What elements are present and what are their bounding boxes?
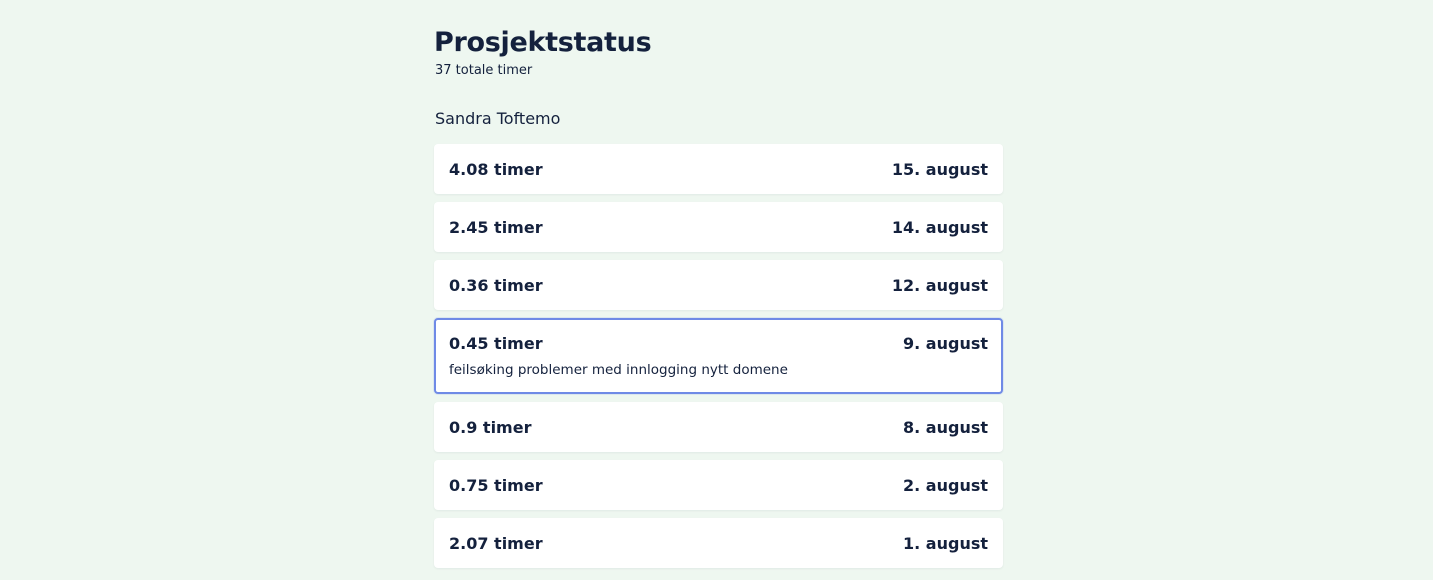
time-entry-row: 2.45 timer 14. august bbox=[449, 204, 988, 250]
total-hours-label: 37 totale timer bbox=[435, 63, 533, 78]
time-entry-card[interactable]: 0.9 timer 8. august bbox=[434, 402, 1003, 452]
entry-hours: 0.36 timer bbox=[449, 275, 543, 295]
entry-hours: 0.45 timer bbox=[449, 333, 543, 353]
time-entry-card[interactable]: 2.45 timer 14. august bbox=[434, 202, 1003, 252]
entry-date: 15. august bbox=[891, 159, 988, 179]
entry-description: feilsøking problemer med innlogging nytt… bbox=[449, 362, 788, 378]
time-entry-row: 0.45 timer 9. august bbox=[449, 320, 988, 366]
person-name: Sandra Toftemo bbox=[435, 109, 561, 128]
time-entry-list: 4.08 timer 15. august 2.45 timer 14. aug… bbox=[434, 144, 1004, 576]
entry-hours: 4.08 timer bbox=[449, 159, 543, 179]
entry-date: 2. august bbox=[903, 475, 988, 495]
entry-hours: 2.07 timer bbox=[449, 533, 543, 553]
time-entry-card-selected[interactable]: 0.45 timer 9. august feilsøking probleme… bbox=[434, 318, 1003, 394]
time-entry-card[interactable]: 0.75 timer 2. august bbox=[434, 460, 1003, 510]
time-entry-card[interactable]: 2.07 timer 1. august bbox=[434, 518, 1003, 568]
time-entry-row: 0.75 timer 2. august bbox=[449, 462, 988, 508]
entry-date: 8. august bbox=[903, 417, 988, 437]
entry-hours: 2.45 timer bbox=[449, 217, 543, 237]
time-entry-row: 0.9 timer 8. august bbox=[449, 404, 988, 450]
entry-date: 12. august bbox=[891, 275, 988, 295]
time-entry-row: 4.08 timer 15. august bbox=[449, 146, 988, 192]
entry-hours: 0.75 timer bbox=[449, 475, 543, 495]
entry-date: 14. august bbox=[891, 217, 988, 237]
entry-hours: 0.9 timer bbox=[449, 417, 532, 437]
time-entry-row: 0.36 timer 12. august bbox=[449, 262, 988, 308]
entry-date: 1. august bbox=[903, 533, 988, 553]
time-entry-card[interactable]: 0.36 timer 12. august bbox=[434, 260, 1003, 310]
entry-date: 9. august bbox=[903, 333, 988, 353]
time-entry-row: 2.07 timer 1. august bbox=[449, 520, 988, 566]
time-entry-card[interactable]: 4.08 timer 15. august bbox=[434, 144, 1003, 194]
page-title: Prosjektstatus bbox=[434, 27, 652, 58]
